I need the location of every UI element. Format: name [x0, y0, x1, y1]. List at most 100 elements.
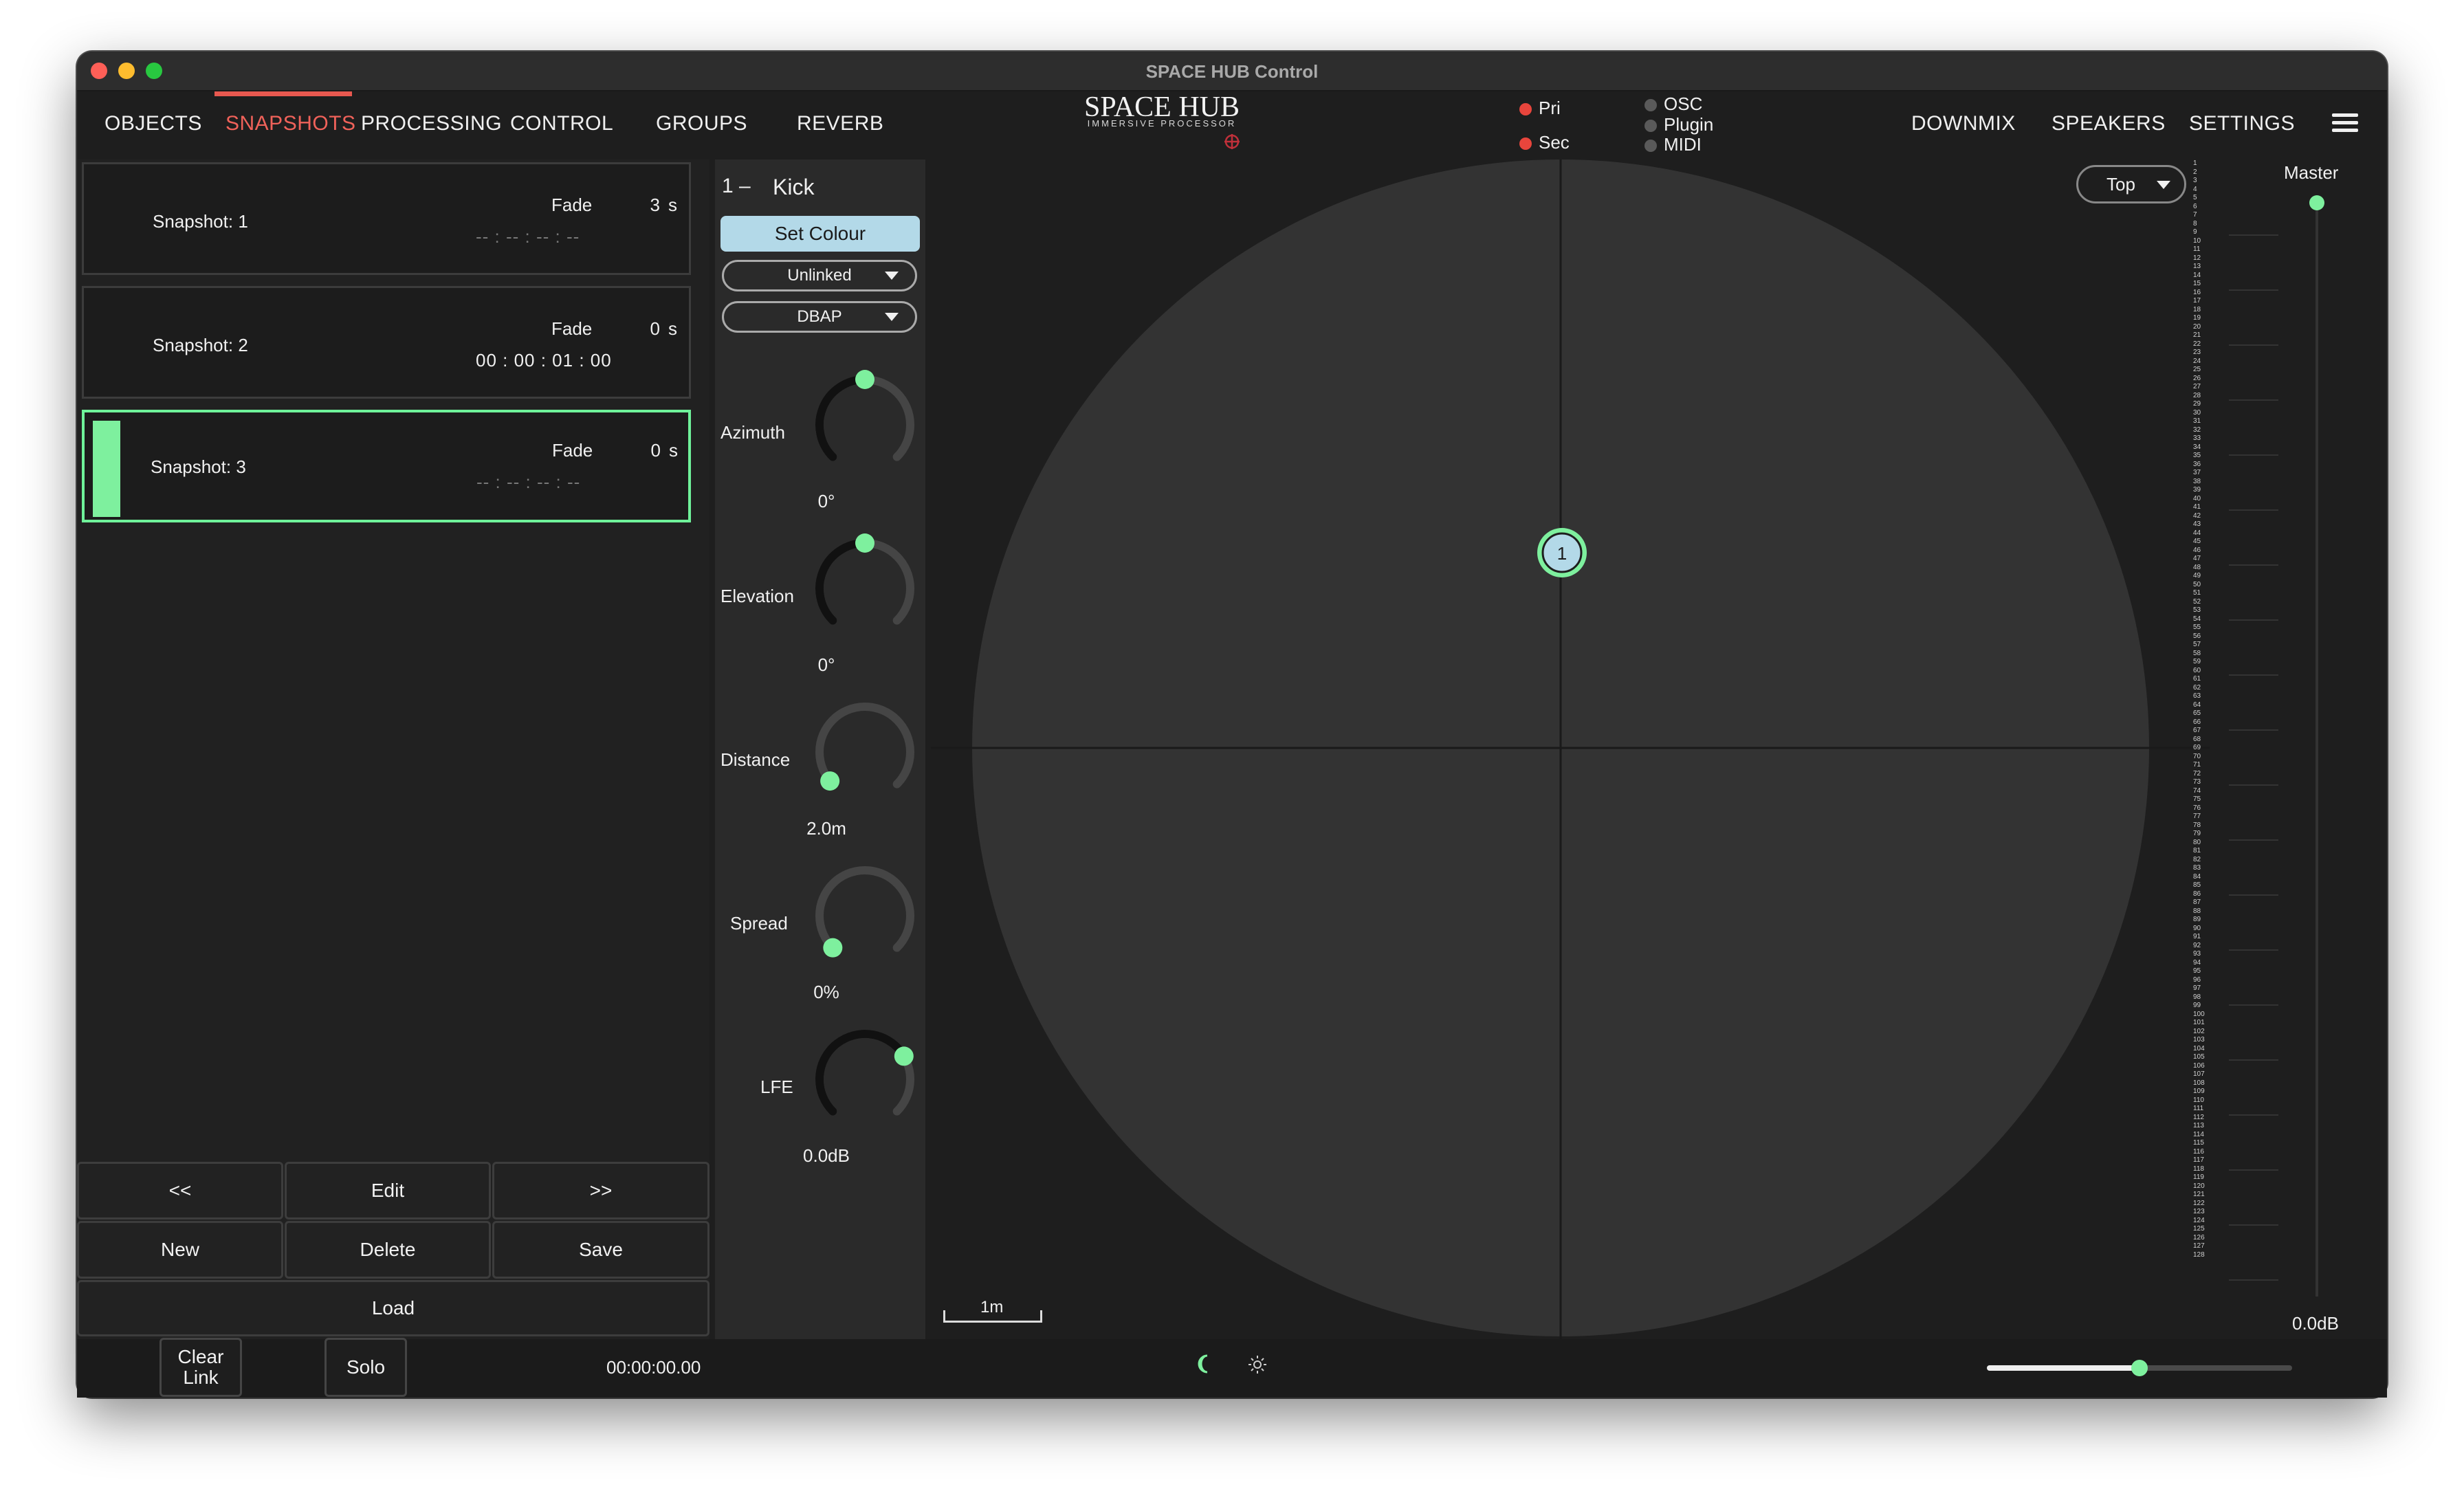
channel-number: 16	[2193, 288, 2201, 296]
spread-label: Spread	[730, 913, 788, 934]
azimuth-value: 0°	[817, 491, 835, 511]
knob-thumb[interactable]	[823, 938, 843, 958]
menu-icon[interactable]	[2332, 113, 2358, 133]
snapshot-item-1[interactable]: Snapshot: 1 Fade 3 s -- : -- : -- : --	[82, 162, 691, 275]
tab-downmix[interactable]: DOWNMIX	[1911, 112, 2016, 135]
tab-reverb[interactable]: REVERB	[797, 112, 883, 135]
channel-number: 81	[2193, 847, 2201, 854]
channel-number: 120	[2193, 1182, 2205, 1190]
snapshot-name: Snapshot: 2	[153, 335, 248, 355]
channel-number: 56	[2193, 632, 2201, 640]
master-fader-thumb[interactable]	[2309, 195, 2324, 210]
sec-status-icon	[1519, 137, 1532, 151]
channel-number: 50	[2193, 580, 2201, 588]
channel-number: 89	[2193, 916, 2201, 923]
channel-number: 107	[2193, 1070, 2205, 1078]
channel-number: 7	[2193, 211, 2197, 219]
tab-objects[interactable]: OBJECTS	[104, 112, 202, 135]
object-control-panel: 1 – Kick Set Colour Unlinked DBAP Azimut…	[715, 159, 925, 1339]
channel-number: 115	[2193, 1139, 2204, 1147]
snapshot-timecode[interactable]: -- : -- : -- : --	[476, 472, 676, 493]
channel-number: 11	[2193, 245, 2201, 253]
view-mode-dropdown[interactable]: Top	[2076, 165, 2186, 203]
delete-snapshot-button[interactable]: Delete	[285, 1221, 491, 1279]
channel-number: 38	[2193, 477, 2201, 485]
distance-value: 2.0m	[806, 818, 846, 839]
dark-mode-icon[interactable]	[1194, 1353, 1216, 1375]
knob-fill	[815, 375, 869, 461]
channel-number: 126	[2193, 1233, 2205, 1242]
tab-processing[interactable]: PROCESSING	[361, 112, 502, 135]
fade-label: Fade	[551, 318, 593, 339]
tab-speakers[interactable]: SPEAKERS	[2052, 112, 2166, 135]
new-snapshot-button[interactable]: New	[77, 1221, 283, 1279]
fade-label: Fade	[552, 440, 593, 461]
knob-thumb[interactable]	[855, 370, 874, 389]
active-tab-indicator	[214, 91, 352, 96]
channel-number: 2	[2193, 168, 2197, 176]
title-bar: SPACE HUB Control	[77, 52, 2387, 91]
knob-thumb[interactable]	[894, 1046, 914, 1066]
link-mode-dropdown[interactable]: Unlinked	[722, 260, 917, 291]
set-colour-button[interactable]: Set Colour	[720, 216, 920, 252]
master-fader-track[interactable]	[2316, 206, 2318, 1297]
lfe-knob[interactable]	[803, 1017, 927, 1141]
tab-settings[interactable]: SETTINGS	[2189, 112, 2295, 135]
channel-number: 67	[2193, 727, 2201, 734]
fade-label: Fade	[551, 195, 593, 215]
fade-unit: s	[668, 195, 677, 215]
room-view[interactable]: 1	[931, 159, 2369, 1339]
snapshot-item-2[interactable]: Snapshot: 2 Fade 0 s 00 : 00 : 01 : 00	[82, 286, 691, 399]
channel-number: 113	[2193, 1122, 2204, 1129]
azimuth-knob[interactable]	[803, 363, 927, 487]
midi-status-icon	[1644, 140, 1657, 153]
tab-snapshots[interactable]: SNAPSHOTS	[226, 112, 356, 135]
save-snapshot-button[interactable]: Save	[492, 1221, 710, 1279]
osc-label: OSC	[1664, 93, 1703, 114]
load-snapshot-button[interactable]: Load	[77, 1280, 710, 1336]
snapshot-timecode[interactable]: 00 : 00 : 01 : 00	[476, 350, 675, 371]
channel-number: 121	[2193, 1191, 2205, 1198]
snapshot-timecode[interactable]: -- : -- : -- : --	[476, 226, 675, 247]
channel-number: 22	[2193, 340, 2201, 348]
fade-value[interactable]: 0	[632, 318, 660, 340]
knob-thumb[interactable]	[855, 533, 874, 553]
channel-number: 69	[2193, 744, 2201, 751]
solo-button[interactable]: Solo	[324, 1338, 407, 1397]
channel-number: 111	[2193, 1105, 2204, 1112]
edit-snapshot-button[interactable]: Edit	[285, 1162, 491, 1220]
channel-meter-list: 1 2 3 4 5 6 7 8 9 10 11 12 13 14 15 16 17 18 19 20 21 22 23 24 2…	[2193, 159, 2221, 1339]
logo-mark-icon	[1224, 134, 1240, 149]
channel-number: 84	[2193, 872, 2201, 881]
algorithm-dropdown[interactable]: DBAP	[722, 301, 917, 333]
channel-number: 105	[2193, 1053, 2205, 1061]
tab-control[interactable]: CONTROL	[510, 112, 613, 135]
object-marker-1[interactable]: 1	[1537, 528, 1587, 577]
master-label: Master	[2284, 162, 2339, 183]
channel-number: 47	[2193, 555, 2201, 562]
status-osc: OSC	[1644, 93, 1702, 115]
snapshot-item-3[interactable]: Snapshot: 3 Fade 0 s -- : -- : -- : --	[82, 410, 691, 522]
clear-link-button[interactable]: Clear Link	[160, 1338, 242, 1397]
elevation-value: 0°	[817, 654, 835, 675]
next-snapshot-button[interactable]: >>	[492, 1162, 710, 1220]
previous-snapshot-button[interactable]: <<	[77, 1162, 283, 1220]
channel-number: 122	[2193, 1199, 2205, 1207]
selected-indicator	[93, 421, 120, 517]
channel-number: 13	[2193, 263, 2201, 270]
distance-knob[interactable]	[803, 690, 927, 814]
fade-value[interactable]: 0	[633, 440, 661, 461]
fade-value[interactable]: 3	[632, 195, 660, 216]
spread-knob[interactable]	[803, 854, 927, 978]
plugin-label: Plugin	[1664, 114, 1714, 135]
object-name[interactable]: Kick	[773, 175, 814, 200]
knob-thumb[interactable]	[820, 771, 840, 791]
channel-number: 21	[2193, 331, 2201, 339]
tab-groups[interactable]: GROUPS	[656, 112, 747, 135]
channel-number: 73	[2193, 778, 2201, 786]
spatial-viewport[interactable]: 1	[931, 159, 2369, 1339]
elevation-knob[interactable]	[803, 527, 927, 650]
zoom-slider-thumb[interactable]	[2131, 1360, 2148, 1376]
channel-number: 78	[2193, 821, 2201, 829]
light-mode-icon[interactable]	[1247, 1354, 1268, 1375]
